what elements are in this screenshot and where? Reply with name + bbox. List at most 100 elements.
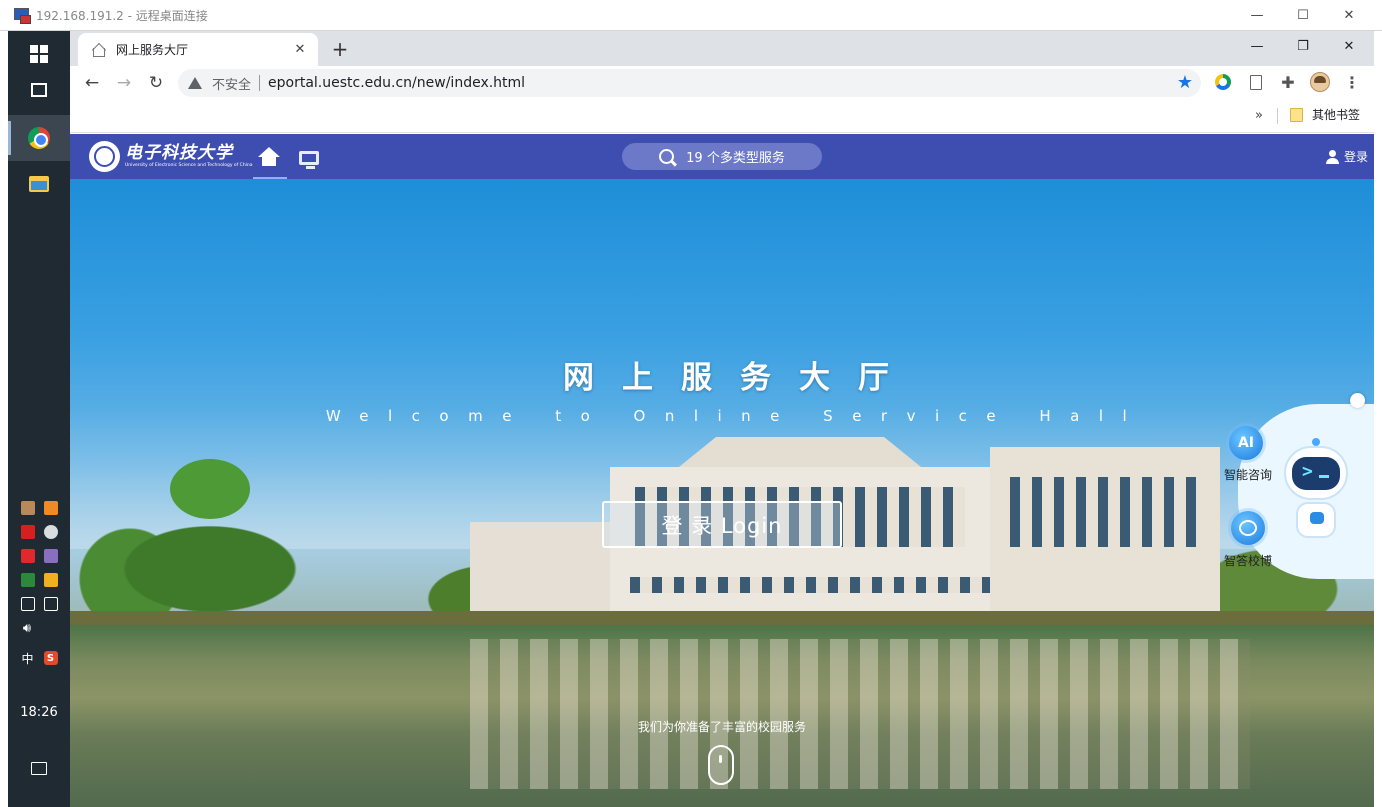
divider — [1277, 108, 1278, 124]
chrome-browser-window: 网上服务大厅 ✕ + — ❐ ✕ ← → ↻ 不安全 eportal.uestc… — [70, 31, 1382, 807]
notification-center-icon[interactable] — [31, 762, 47, 775]
profile-button[interactable] — [1310, 72, 1330, 92]
rdp-window-controls: — ☐ ✕ — [1234, 0, 1372, 31]
page-viewport: 电子科技大学 University of Electronic Science … — [70, 134, 1382, 807]
url-text[interactable]: eportal.uestc.edu.cn/new/index.html — [268, 75, 525, 91]
browser-menu-button[interactable]: ⋮ — [1342, 72, 1362, 92]
assistant-toggle-dot[interactable] — [1350, 393, 1365, 408]
taskbar-clock[interactable]: 18:26 — [8, 705, 70, 720]
chrome-icon — [28, 127, 50, 149]
windows-taskbar: 🔊︎ 中 S 18:26 — [8, 31, 70, 807]
network-icon[interactable] — [43, 597, 58, 611]
sogou-input-icon[interactable]: S — [43, 651, 58, 665]
reload-button[interactable]: ↻ — [143, 70, 169, 96]
search-icon — [659, 149, 675, 164]
nav-home-button[interactable] — [253, 144, 287, 179]
rdp-title-bar: 192.168.191.2 - 远程桌面连接 — ☐ ✕ — [0, 0, 1382, 31]
lake-shore — [70, 611, 1382, 625]
chat-bubble-icon[interactable] — [1231, 511, 1265, 545]
chat-label: 智答校博 — [1223, 554, 1272, 568]
ai-consult-label: 智能咨询 — [1223, 468, 1272, 482]
ai-consult-button[interactable]: AI — [1229, 426, 1263, 460]
tab-title: 网上服务大厅 — [116, 43, 189, 57]
volume-icon[interactable]: 🔊︎ — [20, 621, 34, 636]
rdp-minimize-button[interactable]: — — [1234, 0, 1280, 31]
bookmarks-overflow-button[interactable]: » — [1255, 108, 1263, 123]
forward-button[interactable]: → — [111, 70, 137, 96]
puzzle-icon: ✚ — [1281, 72, 1295, 92]
university-seal-icon — [89, 141, 120, 172]
ime-indicator[interactable]: 中 — [21, 651, 35, 666]
logo-english-name: University of Electronic Science and Tec… — [125, 163, 253, 168]
browser-restore-button[interactable]: ❐ — [1280, 31, 1326, 61]
service-count-label: 19 个多类型服务 — [686, 151, 785, 166]
rdp-close-button[interactable]: ✕ — [1326, 0, 1372, 31]
other-bookmarks-folder[interactable]: 其他书签 — [1290, 106, 1360, 123]
copy-icon[interactable] — [20, 597, 35, 611]
warning-icon[interactable] — [188, 77, 202, 89]
nav-desktop-button[interactable] — [299, 151, 319, 169]
more-vertical-icon: ⋮ — [1344, 72, 1360, 92]
win-row — [630, 577, 990, 593]
rdp-maximize-button[interactable]: ☐ — [1280, 0, 1326, 31]
scroll-mouse-icon[interactable] — [708, 745, 734, 785]
shield-icon[interactable] — [20, 573, 35, 587]
remote-desktop-icon — [14, 7, 31, 24]
tagline: 我们为你准备了丰富的校园服务 — [637, 720, 806, 734]
tray-app-icon[interactable] — [20, 501, 35, 515]
robot-face — [1292, 457, 1340, 490]
tray-power-icon[interactable] — [43, 501, 58, 515]
rdp-window-title: 192.168.191.2 - 远程桌面连接 — [36, 8, 208, 23]
hero-banner: 网上服务大厅 Welcome to Online Service Hall 登 … — [70, 179, 1382, 807]
robot-body — [1296, 502, 1336, 538]
document-icon — [1250, 74, 1262, 90]
security-indicator[interactable]: 不安全 — [212, 74, 251, 93]
other-bookmarks-label: 其他书签 — [1312, 108, 1361, 122]
site-header: 电子科技大学 University of Electronic Science … — [70, 134, 1382, 179]
back-button[interactable]: ← — [79, 70, 105, 96]
taskbar-file-explorer-button[interactable] — [8, 161, 70, 207]
window-edge — [1374, 31, 1382, 807]
task-view-icon — [31, 83, 47, 97]
speed-gauge-icon — [1215, 74, 1231, 90]
page-title: 网上服务大厅 — [563, 360, 917, 396]
bookmark-star-icon[interactable]: ★ — [1177, 72, 1193, 93]
b-main-top — [674, 437, 926, 471]
browser-tab-active[interactable]: 网上服务大厅 ✕ — [78, 33, 318, 66]
browser-close-button[interactable]: ✕ — [1326, 31, 1372, 61]
service-search-button[interactable]: 19 个多类型服务 — [622, 143, 822, 170]
university-logo[interactable]: 电子科技大学 University of Electronic Science … — [89, 141, 253, 172]
header-login-label: 登录 — [1343, 150, 1368, 164]
win-row — [1010, 477, 1200, 547]
new-tab-button[interactable]: + — [328, 37, 352, 61]
tray-app-icon[interactable] — [20, 525, 35, 539]
task-view-button[interactable] — [8, 67, 70, 113]
tab-strip: 网上服务大厅 ✕ + — ❐ ✕ — [70, 31, 1382, 66]
page-subtitle: Welcome to Online Service Hall — [325, 407, 1147, 425]
browser-window-controls: — ❐ ✕ — [1234, 31, 1372, 61]
home-icon — [257, 147, 281, 167]
extensions-menu-button[interactable]: ✚ — [1278, 72, 1298, 92]
browser-minimize-button[interactable]: — — [1234, 31, 1280, 61]
divider — [259, 75, 261, 91]
header-login-link[interactable]: 登录 — [1325, 148, 1368, 165]
cloud-icon[interactable] — [43, 525, 58, 539]
extension-button[interactable] — [1213, 72, 1233, 92]
building-reflection — [470, 639, 1250, 789]
tray-app-icon[interactable] — [43, 549, 58, 563]
tab-close-button[interactable]: ✕ — [290, 40, 310, 60]
folder-icon — [29, 176, 49, 192]
tray-app-icon[interactable] — [20, 549, 35, 563]
extension-button[interactable] — [1246, 72, 1266, 92]
login-button[interactable]: 登 录 Login — [602, 501, 842, 548]
campus-building — [470, 437, 1250, 612]
logo-chinese-name: 电子科技大学 — [125, 143, 233, 163]
system-tray: 🔊︎ 中 S — [8, 496, 70, 670]
windows-logo-icon — [30, 45, 48, 63]
tree — [170, 459, 250, 519]
robot-mascot-icon[interactable] — [1280, 438, 1352, 543]
taskbar-chrome-button[interactable] — [8, 115, 70, 161]
shield-icon[interactable] — [43, 573, 58, 587]
address-bar[interactable]: 不安全 eportal.uestc.edu.cn/new/index.html … — [178, 69, 1201, 97]
bookmarks-bar: » 其他书签 — [70, 100, 1382, 133]
